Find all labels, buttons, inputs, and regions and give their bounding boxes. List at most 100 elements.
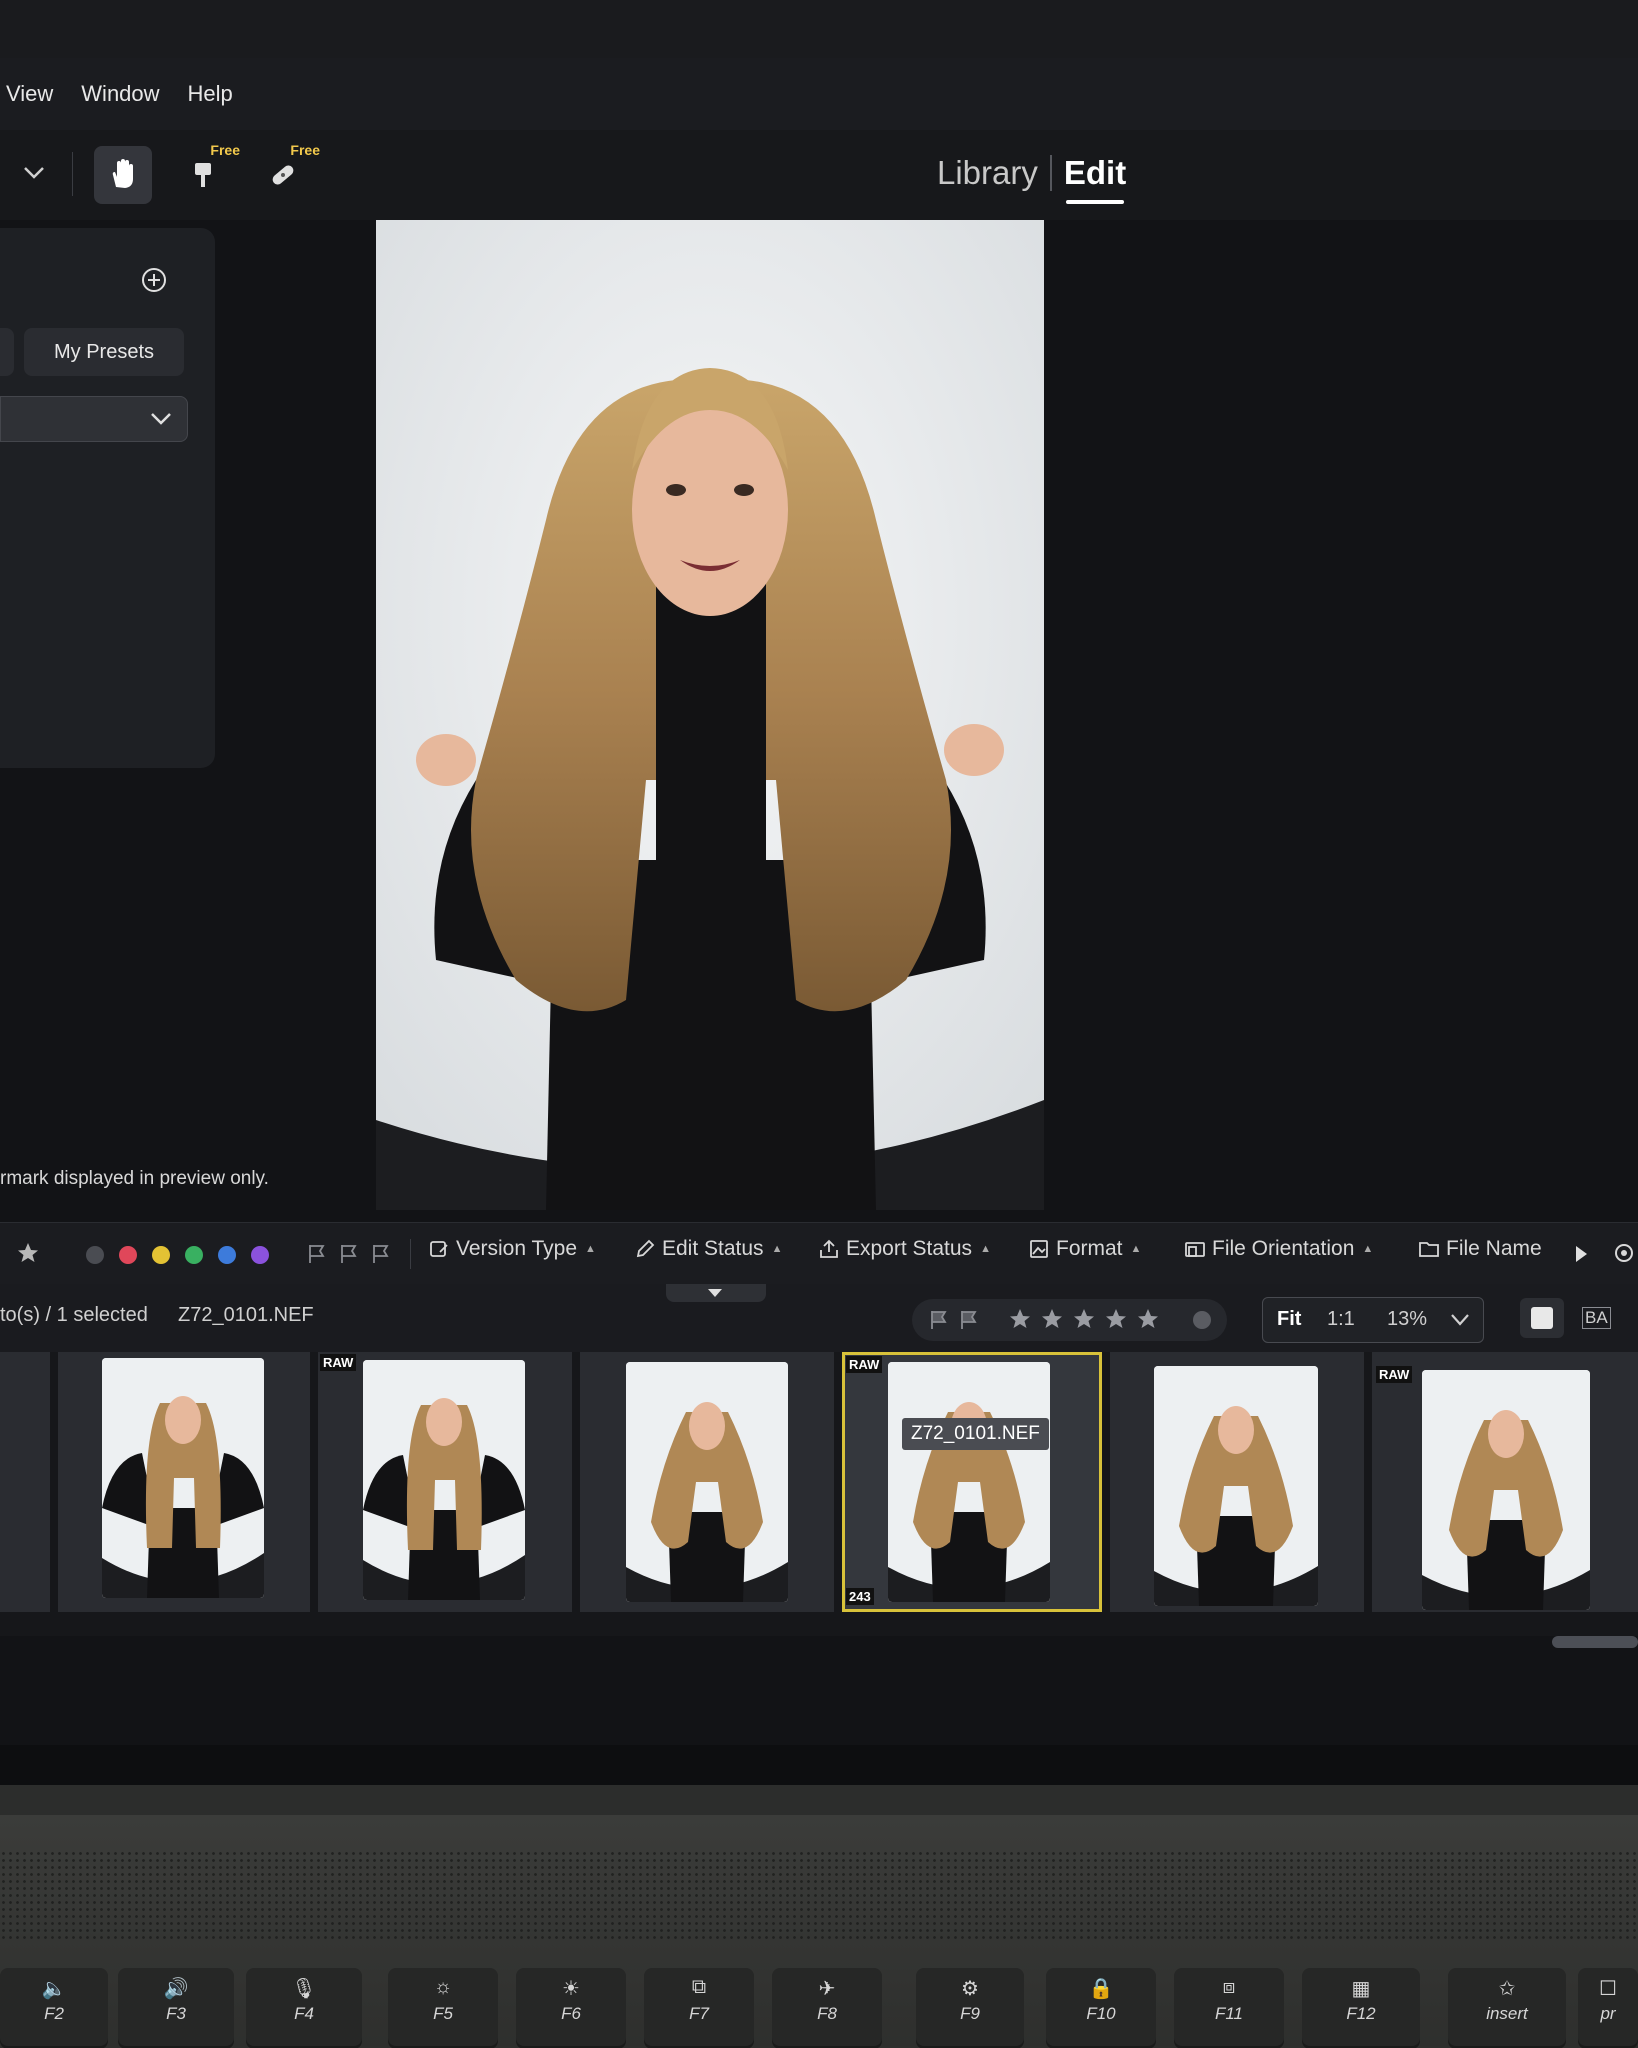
toolbar-divider — [72, 152, 73, 196]
star-icon[interactable] — [1104, 1307, 1128, 1331]
star-icon[interactable] — [1136, 1307, 1160, 1331]
filter-file-orientation[interactable]: File Orientation ▲ — [1184, 1237, 1373, 1261]
key-f2[interactable]: 🔈 F2 — [0, 1968, 108, 2046]
filter-version-type[interactable]: Version Type ▲ — [428, 1237, 596, 1261]
key-insert[interactable]: ✩ insert — [1448, 1968, 1566, 2046]
pick-flag-icon[interactable] — [928, 1309, 950, 1331]
key-f10[interactable]: 🔒 F10 — [1046, 1968, 1156, 2046]
color-label-red[interactable] — [119, 1246, 137, 1264]
main-photo-preview[interactable] — [376, 220, 1044, 1210]
filename-tooltip: Z72_0101.NEF — [902, 1418, 1049, 1450]
flag-icon[interactable] — [306, 1243, 328, 1265]
settings-icon[interactable] — [1612, 1241, 1636, 1265]
single-view-button[interactable] — [1520, 1298, 1564, 1338]
collapse-filmstrip-button[interactable] — [666, 1284, 766, 1302]
filter-bar: Version Type ▲ Edit Status ▲ Export Status… — [0, 1222, 1638, 1285]
color-label-blue[interactable] — [218, 1246, 236, 1264]
key-f3[interactable]: 🔊 F3 — [118, 1968, 234, 2046]
key-glyph-icon: ⧉ — [691, 1976, 707, 1998]
reject-flag-icon[interactable] — [958, 1309, 980, 1331]
key-glyph-icon: ✈ — [818, 1978, 836, 2000]
color-label-dot[interactable] — [1193, 1311, 1211, 1329]
key-f5[interactable]: ☼ F5 — [388, 1968, 498, 2046]
hand-tool-button[interactable] — [94, 146, 152, 204]
preset-category-select[interactable] — [0, 396, 188, 442]
free-badge: Free — [290, 142, 320, 158]
tab-my-presets[interactable]: My Presets — [24, 328, 184, 376]
filmstrip-item-selected[interactable]: RAW Z72_0101.NEF 243 — [842, 1352, 1102, 1612]
zoom-1to1-button[interactable]: 1:1 — [1327, 1308, 1355, 1331]
tab-edit[interactable]: Edit — [1052, 150, 1138, 204]
filmstrip-scrollbar[interactable] — [1552, 1636, 1638, 1648]
color-label-purple[interactable] — [251, 1246, 269, 1264]
key-label: F2 — [44, 2004, 64, 2023]
menu-view[interactable]: View — [6, 81, 53, 107]
menu-help[interactable]: Help — [188, 81, 233, 107]
tab-library[interactable]: Library — [925, 150, 1050, 196]
star-filter-icon[interactable] — [16, 1241, 40, 1265]
key-label: F11 — [1214, 2004, 1244, 2023]
raw-badge: RAW — [320, 1354, 357, 1371]
zoom-level-select[interactable]: 13% — [1387, 1308, 1427, 1331]
key-glyph-icon: 🔈 — [41, 1978, 67, 2000]
key-f7[interactable]: ⧉ F7 — [644, 1968, 754, 2046]
scroll-right-icon[interactable] — [1572, 1244, 1590, 1264]
plus-circle-icon[interactable] — [140, 266, 168, 294]
key-glyph-icon: 🔒 — [1088, 1978, 1114, 2000]
color-label-green[interactable] — [185, 1246, 203, 1264]
key-glyph-icon: 🎙 — [291, 1978, 317, 2000]
menu-bar: View Window Help — [0, 58, 1638, 130]
raw-badge: RAW — [1376, 1366, 1413, 1383]
color-label-none[interactable] — [86, 1246, 104, 1264]
menu-window[interactable]: Window — [81, 81, 159, 107]
filter-file-name[interactable]: File Name — [1418, 1237, 1542, 1261]
key-glyph-icon: ☼ — [433, 1976, 453, 1998]
reject-flag-icon[interactable] — [370, 1243, 392, 1265]
title-bar — [0, 0, 1638, 58]
key-f6[interactable]: ☀ F6 — [516, 1968, 626, 2046]
star-icon[interactable] — [1040, 1307, 1064, 1331]
key-label: F10 — [1086, 2004, 1116, 2023]
chevron-down-icon[interactable] — [22, 164, 46, 182]
key-label: F7 — [689, 2004, 709, 2023]
brush-tool-button[interactable]: Free — [174, 142, 240, 204]
key-f8[interactable]: ✈ F8 — [772, 1968, 882, 2046]
zoom-fit-button[interactable]: Fit — [1277, 1308, 1301, 1331]
key-label: F9 — [960, 2004, 980, 2023]
key-label: F5 — [433, 2004, 453, 2023]
filmstrip-item[interactable]: RAW — [1372, 1352, 1638, 1612]
preset-tabs: My Presets — [0, 328, 185, 376]
tab-presets[interactable] — [0, 328, 14, 376]
chevron-down-icon[interactable] — [1449, 1312, 1471, 1328]
filmstrip-item-partial[interactable] — [0, 1352, 50, 1612]
filter-format[interactable]: Format ▲ — [1028, 1237, 1141, 1261]
filmstrip-item[interactable] — [58, 1352, 310, 1612]
key-pr[interactable]: ☐ pr — [1578, 1968, 1638, 2046]
compare-view-label: BA — [1582, 1307, 1611, 1329]
filter-label: Edit Status — [662, 1237, 764, 1260]
filmstrip-item[interactable] — [580, 1352, 834, 1612]
caret-icon: ▲ — [585, 1243, 596, 1255]
heal-tool-button[interactable]: Free — [254, 142, 320, 204]
filter-export-status[interactable]: Export Status ▲ — [818, 1237, 991, 1261]
key-f12[interactable]: ▦ F12 — [1302, 1968, 1420, 2046]
brush-icon — [195, 163, 211, 187]
color-label-yellow[interactable] — [152, 1246, 170, 1264]
laptop-hinge — [0, 1785, 1638, 1815]
key-f9[interactable]: ⚙ F9 — [916, 1968, 1024, 2046]
key-label: F8 — [817, 2004, 837, 2023]
key-f11[interactable]: ⧈ F11 — [1174, 1968, 1284, 2046]
key-f4[interactable]: 🎙 F4 — [246, 1968, 362, 2046]
folder-icon — [1419, 1242, 1439, 1257]
star-icon[interactable] — [1008, 1307, 1032, 1331]
compare-view-button[interactable]: BA — [1574, 1298, 1618, 1338]
filter-edit-status[interactable]: Edit Status ▲ — [634, 1237, 782, 1261]
version-icon — [430, 1241, 448, 1257]
filmstrip-item[interactable]: RAW — [318, 1352, 572, 1612]
key-label: F12 — [1346, 2004, 1376, 2023]
watermark-note: rmark displayed in preview only. — [0, 1168, 269, 1189]
pick-flag-icon[interactable] — [338, 1243, 360, 1265]
star-icon[interactable] — [1072, 1307, 1096, 1331]
key-glyph-icon: ▦ — [1351, 1978, 1371, 2000]
filmstrip-item[interactable] — [1110, 1352, 1364, 1612]
